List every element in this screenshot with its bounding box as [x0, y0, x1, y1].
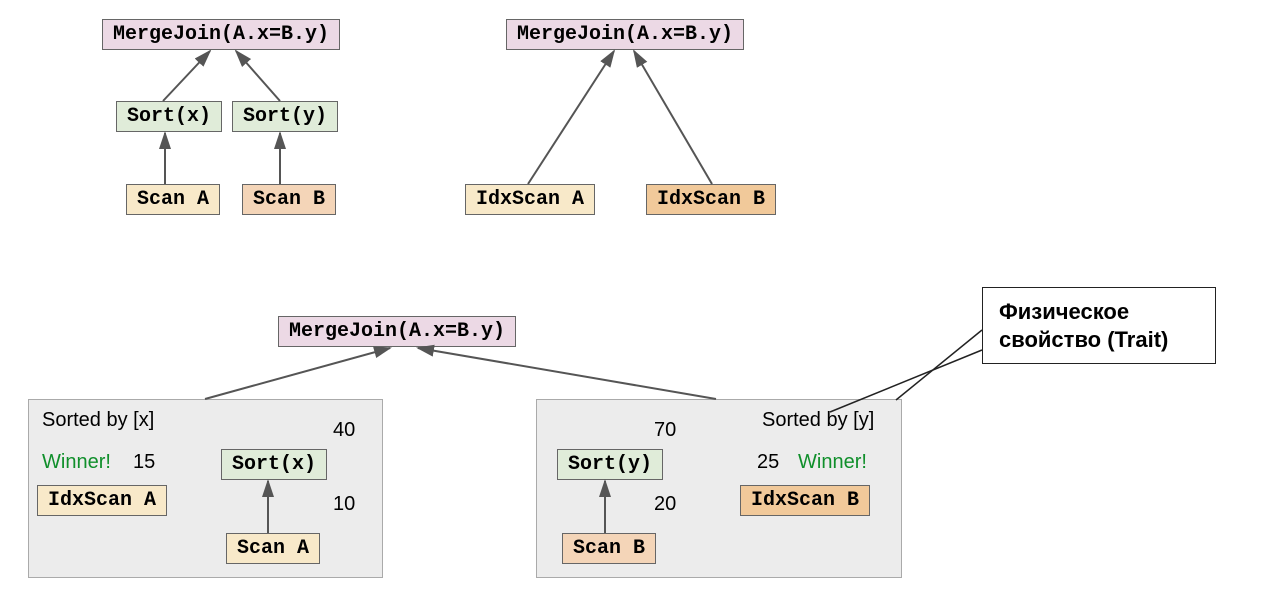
winner-label-x: Winner!	[42, 451, 111, 474]
sort-x-node: Sort(x)	[116, 101, 222, 132]
sort-y-node: Sort(y)	[232, 101, 338, 132]
winner-label-y: Winner!	[798, 451, 867, 474]
trait-callout: Физическое свойство (Trait)	[982, 287, 1216, 364]
merge-join-node-3: MergeJoin(A.x=B.y)	[278, 316, 516, 347]
sort-x-node-2: Sort(x)	[221, 449, 327, 480]
merge-join-node-2: MergeJoin(A.x=B.y)	[506, 19, 744, 50]
winner-cost-x: 15	[133, 451, 155, 474]
merge-join-node: MergeJoin(A.x=B.y)	[102, 19, 340, 50]
scan-a-node-2: Scan A	[226, 533, 320, 564]
sort-cost-y: 70	[654, 419, 676, 442]
group-header-y: Sorted by [y]	[762, 409, 874, 432]
idxscan-a-node-2: IdxScan A	[37, 485, 167, 516]
winner-cost-y: 25	[757, 451, 779, 474]
scan-b-node-2: Scan B	[562, 533, 656, 564]
sort-y-node-2: Sort(y)	[557, 449, 663, 480]
sort-cost-x: 40	[333, 419, 355, 442]
group-header-x: Sorted by [x]	[42, 409, 154, 432]
idxscan-b-node-2: IdxScan B	[740, 485, 870, 516]
scan-cost-y: 20	[654, 493, 676, 516]
scan-a-node: Scan A	[126, 184, 220, 215]
scan-b-node: Scan B	[242, 184, 336, 215]
scan-cost-x: 10	[333, 493, 355, 516]
idxscan-b-node: IdxScan B	[646, 184, 776, 215]
idxscan-a-node: IdxScan A	[465, 184, 595, 215]
